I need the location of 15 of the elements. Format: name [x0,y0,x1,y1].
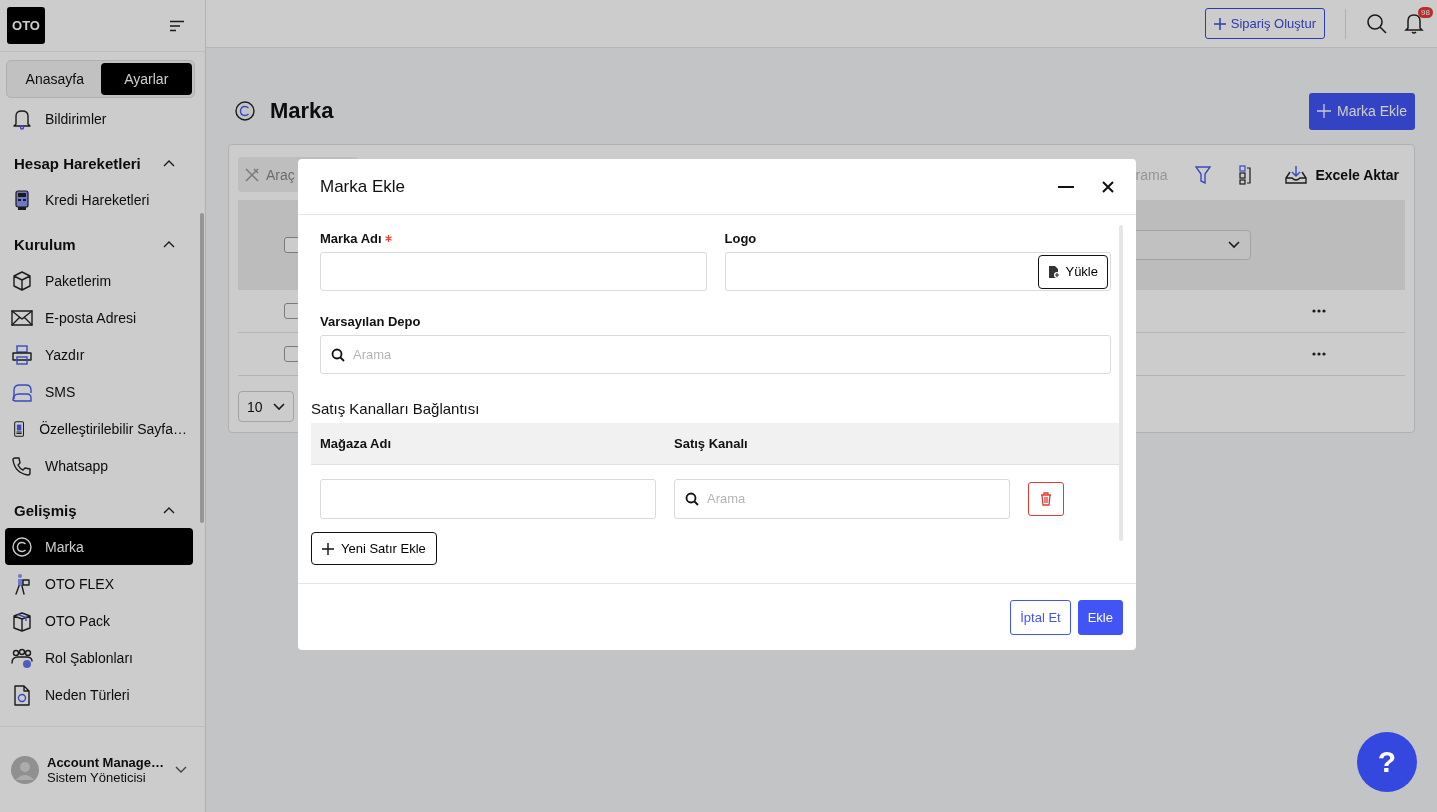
column-header: Mağaza Adı [320,436,393,451]
page-title: Marka [270,98,335,124]
account-name: Account Manage… [47,754,165,770]
field-label: Varsayılan Depo [320,314,422,331]
field-label: Marka Adı [320,231,382,248]
section-heading: Hesap Hareketleri [14,154,141,172]
section-title: Satış Kanalları Bağlantısı [311,400,481,419]
dialog-title: Marka Ekle [320,176,407,197]
section-heading: Kurulum [14,235,76,253]
notification-badge: 98 [1418,6,1433,18]
column-header: Satış Kanalı [674,436,749,451]
section-heading: Gelişmiş [14,501,77,519]
account-role: Sistem Yöneticisi [47,769,146,785]
field-label: Logo [724,231,758,248]
logo: OTO [7,7,45,44]
